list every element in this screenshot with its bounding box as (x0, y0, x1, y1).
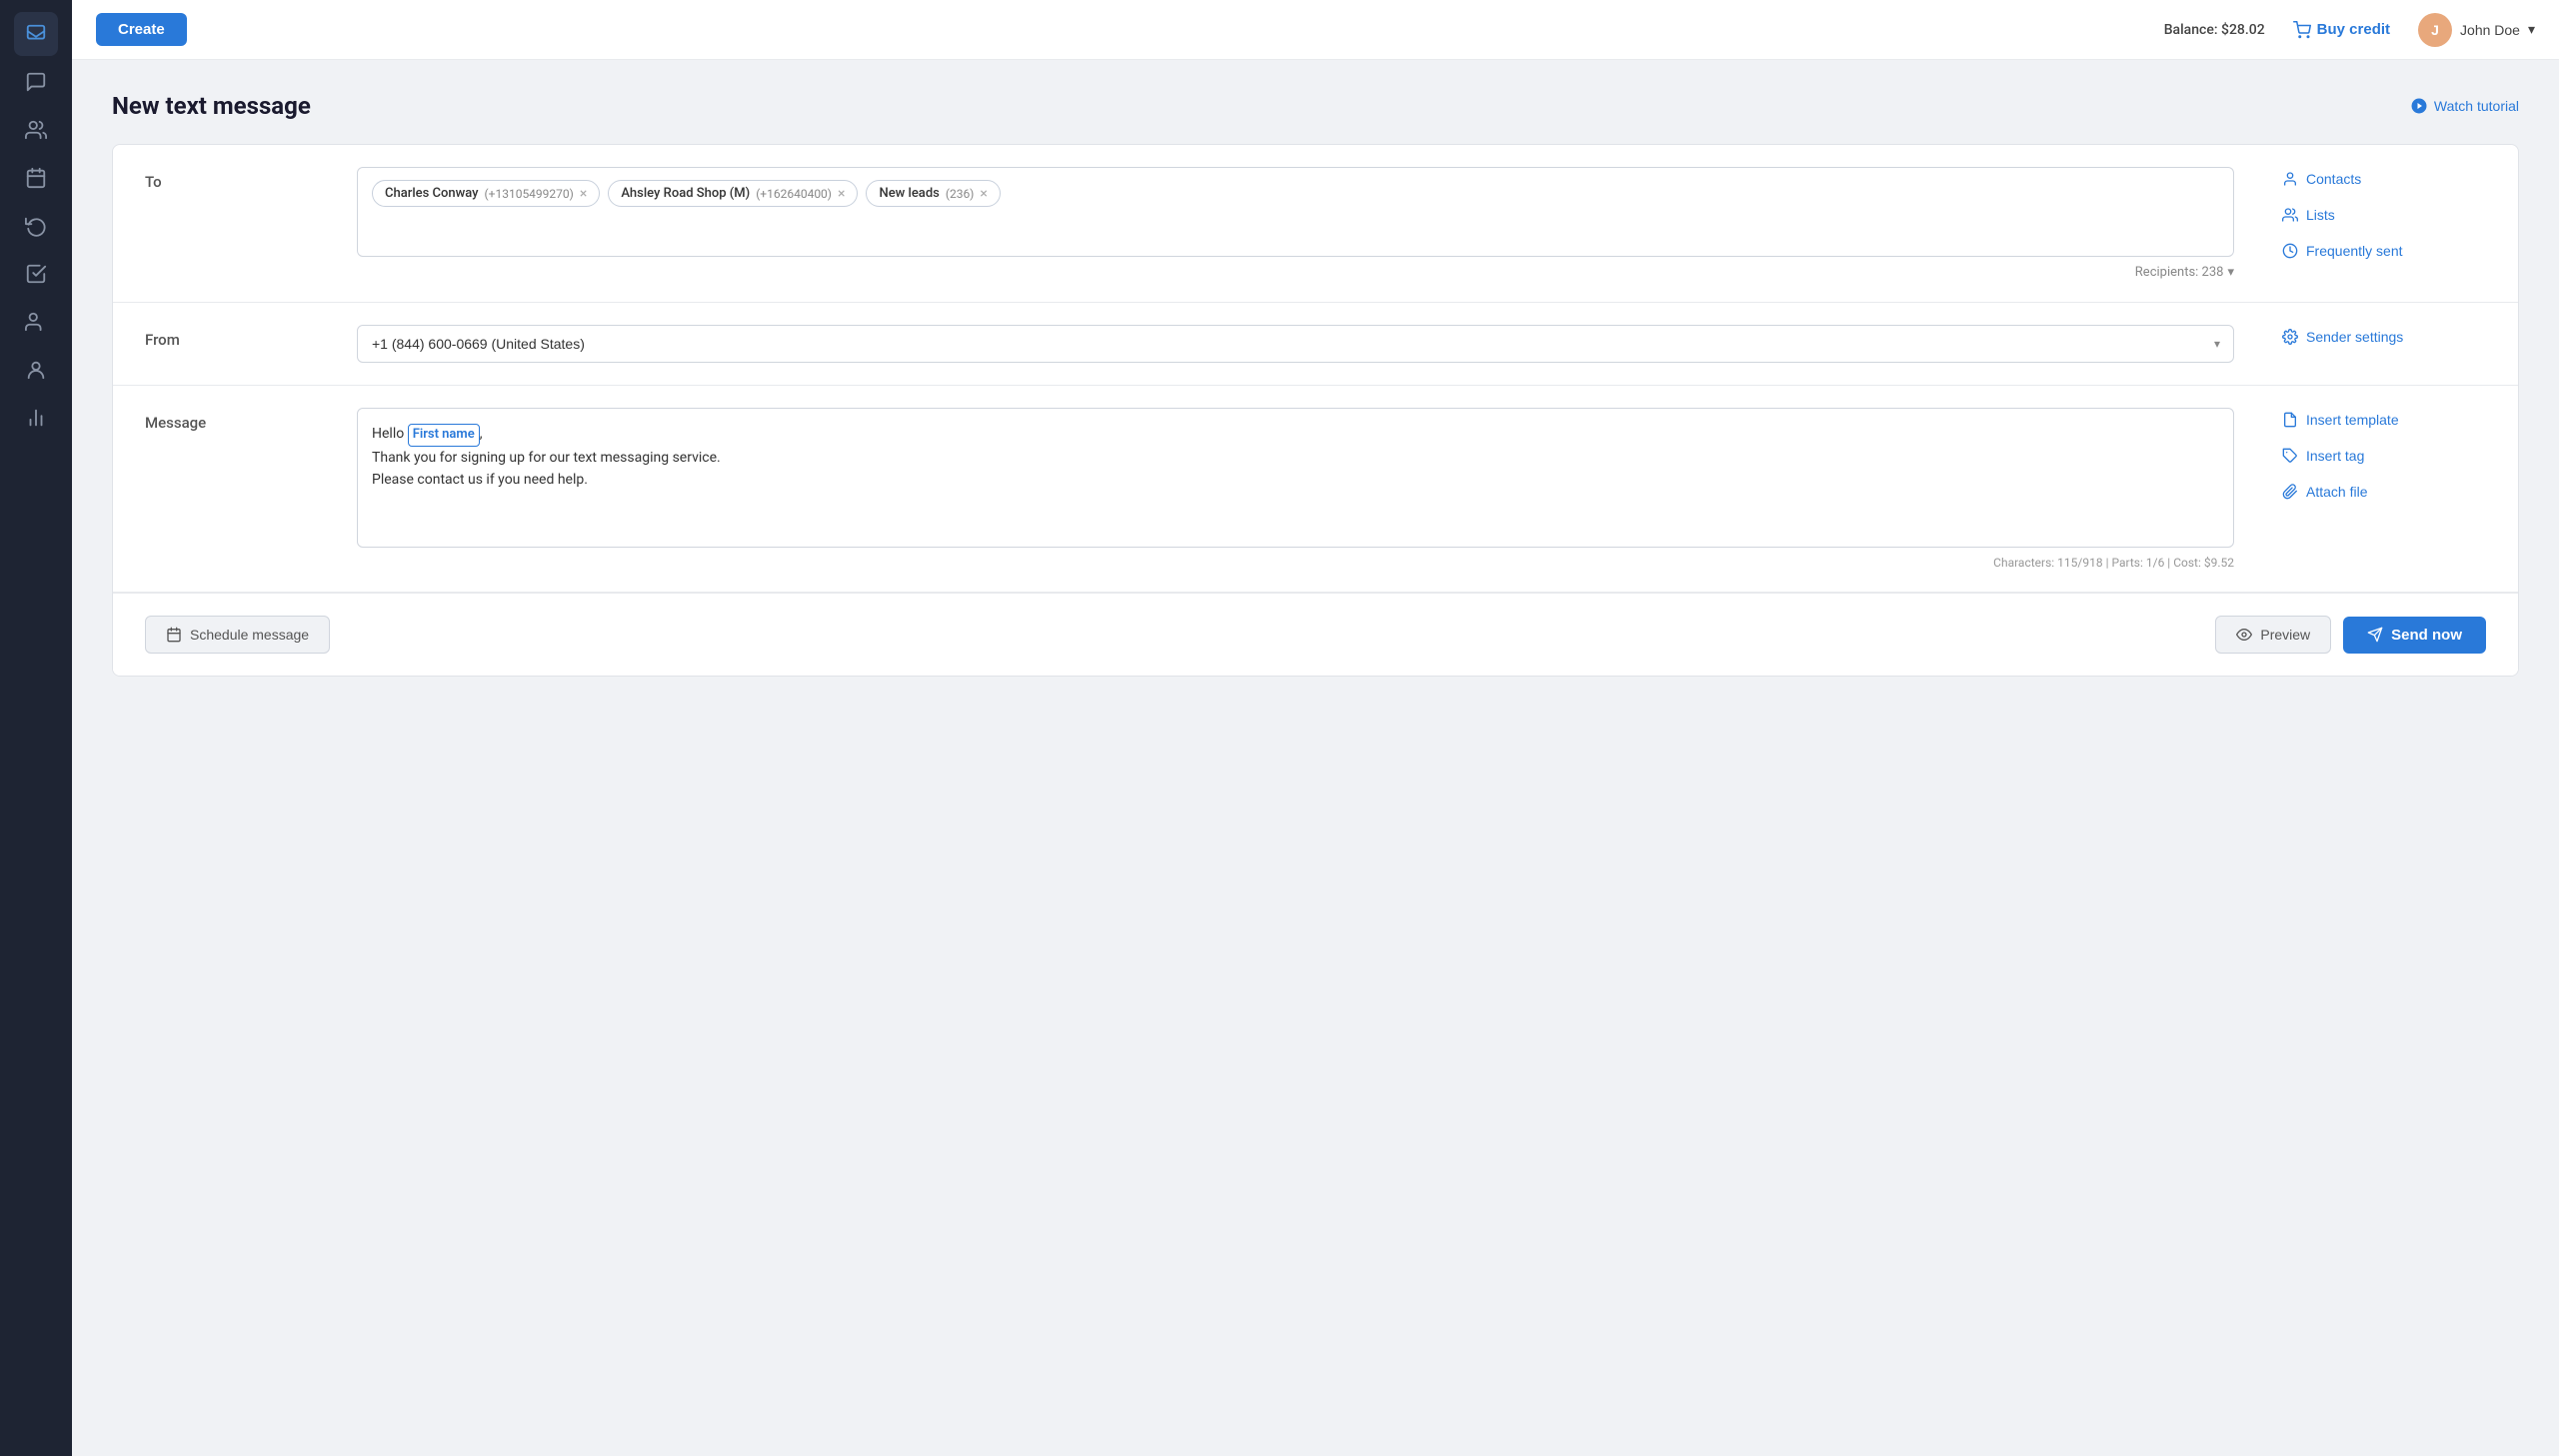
clock-icon (2282, 243, 2298, 259)
message-label: Message (145, 414, 206, 432)
preview-button[interactable]: Preview (2215, 616, 2331, 654)
from-phone-select[interactable]: +1 (844) 600-0669 (United States) (357, 325, 2234, 363)
paperclip-icon (2282, 484, 2298, 500)
to-section: To Charles Conway (+13105499270) × Ahsle… (113, 145, 2518, 303)
sidebar-item-calendar[interactable] (14, 156, 58, 200)
sidebar-item-tasks[interactable] (14, 252, 58, 296)
message-sidebar: Insert template Insert tag Attach file (2258, 386, 2518, 592)
to-field[interactable]: Charles Conway (+13105499270) × Ahsley R… (357, 167, 2234, 257)
send-icon (2367, 627, 2383, 643)
sidebar-item-contacts[interactable] (14, 108, 58, 152)
cart-icon (2293, 21, 2311, 39)
sender-settings-action[interactable]: Sender settings (2282, 325, 2494, 349)
sidebar-item-analytics[interactable] (14, 396, 58, 440)
insert-tag-action[interactable]: Insert tag (2282, 444, 2494, 468)
calendar-icon (166, 627, 182, 643)
sidebar (0, 0, 72, 1456)
form-card: To Charles Conway (+13105499270) × Ahsle… (112, 144, 2519, 677)
attach-file-action[interactable]: Attach file (2282, 480, 2494, 504)
from-body: +1 (844) 600-0669 (United States) ▾ (333, 303, 2258, 385)
create-button[interactable]: Create (96, 13, 187, 46)
recipients-count: Recipients: 238 (2135, 265, 2224, 280)
page-title: New text message (112, 92, 311, 120)
from-label: From (145, 331, 180, 349)
char-info: Characters: 115/918 | Parts: 1/6 | Cost:… (357, 556, 2234, 570)
to-label: To (145, 173, 162, 191)
remove-tag-new-leads[interactable]: × (980, 187, 987, 201)
sidebar-item-compose[interactable] (14, 12, 58, 56)
message-section: Message Hello First name, Thank you for … (113, 386, 2518, 593)
tag-charles-conway: Charles Conway (+13105499270) × (372, 180, 600, 207)
form-footer: Schedule message Preview Send now (113, 593, 2518, 676)
tag-icon (2282, 448, 2298, 464)
frequently-sent-action[interactable]: Frequently sent (2282, 239, 2494, 263)
message-label-col: Message (113, 386, 333, 592)
message-comma: , (480, 426, 483, 442)
schedule-message-button[interactable]: Schedule message (145, 616, 330, 654)
avatar: J (2418, 13, 2452, 47)
to-sidebar: Contacts Lists Frequently sent (2258, 145, 2518, 302)
contacts-action[interactable]: Contacts (2282, 167, 2494, 191)
message-body-text: Thank you for signing up for our text me… (372, 450, 721, 488)
tag-ahsley-road: Ahsley Road Shop (M) (+162640400) × (608, 180, 858, 207)
tag-new-leads: New leads (236) × (866, 180, 1000, 207)
balance-display: Balance: $28.02 (2164, 22, 2265, 38)
to-label-col: To (113, 145, 333, 302)
remove-tag-ahsley[interactable]: × (838, 187, 845, 201)
template-icon (2282, 412, 2298, 428)
from-select-wrapper: +1 (844) 600-0669 (United States) ▾ (357, 325, 2234, 363)
firstname-tag: First name (408, 424, 480, 447)
message-preview[interactable]: Hello First name, Thank you for signing … (357, 408, 2234, 548)
remove-tag-charles[interactable]: × (580, 187, 587, 201)
user-name: John Doe (2460, 22, 2520, 38)
sidebar-item-teams[interactable] (14, 300, 58, 344)
watch-tutorial-button[interactable]: Watch tutorial (2410, 97, 2519, 115)
from-section: From +1 (844) 600-0669 (United States) ▾ (113, 303, 2518, 386)
footer-right: Preview Send now (2215, 616, 2486, 654)
insert-template-action[interactable]: Insert template (2282, 408, 2494, 432)
to-body: Charles Conway (+13105499270) × Ahsley R… (333, 145, 2258, 302)
lists-icon (2282, 207, 2298, 223)
play-icon (2410, 97, 2428, 115)
contacts-icon (2282, 171, 2298, 187)
sidebar-item-account[interactable] (14, 348, 58, 392)
gear-icon (2282, 329, 2298, 345)
recipients-row: Recipients: 238 ▾ (357, 265, 2234, 280)
message-body: Hello First name, Thank you for signing … (333, 386, 2258, 592)
send-now-button[interactable]: Send now (2343, 617, 2486, 654)
main-area: Create Balance: $28.02 Buy credit J John… (72, 0, 2559, 1456)
from-sidebar: Sender settings (2258, 303, 2518, 385)
user-menu-button[interactable]: J John Doe ▾ (2418, 13, 2535, 47)
chevron-down-icon: ▾ (2528, 21, 2535, 38)
message-prefix: Hello (372, 426, 408, 442)
sidebar-item-messages[interactable] (14, 60, 58, 104)
content-area: New text message Watch tutorial To Charl… (72, 60, 2559, 1456)
from-label-col: From (113, 303, 333, 385)
recipients-dropdown-caret[interactable]: ▾ (2227, 265, 2234, 280)
lists-action[interactable]: Lists (2282, 203, 2494, 227)
sidebar-item-history[interactable] (14, 204, 58, 248)
buy-credit-button[interactable]: Buy credit (2281, 15, 2402, 45)
eye-icon (2236, 627, 2252, 643)
page-header: New text message Watch tutorial (112, 92, 2519, 120)
topnav: Create Balance: $28.02 Buy credit J John… (72, 0, 2559, 60)
